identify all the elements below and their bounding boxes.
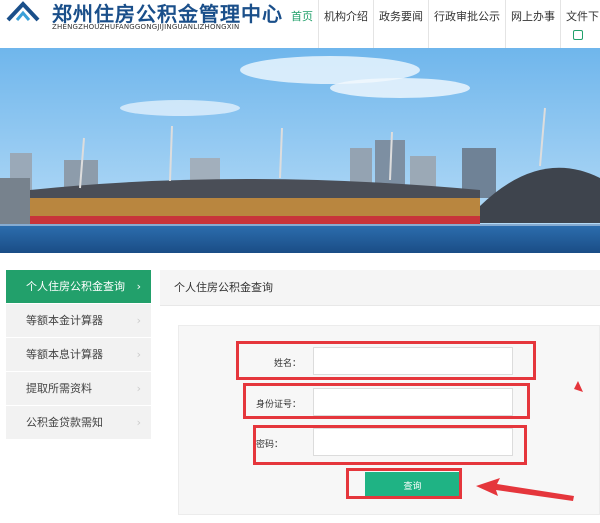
nav-news[interactable]: 政务要闻 [373,0,428,48]
site-subtitle: ZHENGZHOUZHUFANGGONGJIJINGUANLIZHONGXIN [52,23,240,31]
sidebar-item-label: 个人住房公积金查询 [26,280,125,293]
chevron-right-icon: › [136,314,141,327]
chevron-right-icon: › [136,382,141,395]
nav-online-service[interactable]: 网上办事 [505,0,560,48]
banner-scene [0,48,600,253]
main-nav: 首页 机构介绍 政务要闻 行政审批公示 网上办事 文件下 [286,0,600,48]
nav-about[interactable]: 机构介绍 [318,0,373,48]
nav-home[interactable]: 首页 [286,0,318,48]
sidebar-menu: 个人住房公积金查询 › 等额本金计算器 › 等额本息计算器 › 提取所需资料 ›… [6,270,151,440]
page-title: 个人住房公积金查询 [160,270,600,306]
document-icon [573,30,583,40]
annotation-small-arrow-icon [574,381,583,392]
sidebar-item-label: 公积金贷款需知 [26,416,103,429]
annotation-arrows [476,381,583,501]
logo-icon [6,1,40,22]
chevron-right-icon: › [136,280,141,293]
sidebar-item-principal-calculator[interactable]: 等额本金计算器 › [6,304,151,338]
nav-approval[interactable]: 行政审批公示 [428,0,505,48]
name-label: 姓名： [273,359,301,369]
sidebar-item-installment-calculator[interactable]: 等额本息计算器 › [6,338,151,372]
id-number-label: 身份证号： [255,400,301,410]
nav-files-label: 文件下 [566,10,599,23]
password-label: 密码： [255,440,283,450]
chevron-right-icon: › [136,416,141,429]
sidebar-item-label: 等额本金计算器 [26,314,103,327]
nav-files[interactable]: 文件下 [560,0,600,48]
chevron-right-icon: › [136,348,141,361]
sidebar-item-label: 提取所需资料 [26,382,92,395]
query-button[interactable]: 查询 [365,472,460,498]
annotation-pointer-arrow-icon [476,478,574,501]
banner-image [0,48,600,253]
name-input[interactable] [313,347,513,375]
site-header: 郑州住房公积金管理中心 ZHENGZHOUZHUFANGGONGJIJINGUA… [0,0,600,48]
sidebar-item-withdrawal-docs[interactable]: 提取所需资料 › [6,372,151,406]
sidebar-item-fund-query[interactable]: 个人住房公积金查询 › [6,270,151,304]
sidebar-item-label: 等额本息计算器 [26,348,103,361]
sidebar-item-loan-notice[interactable]: 公积金贷款需知 › [6,406,151,440]
